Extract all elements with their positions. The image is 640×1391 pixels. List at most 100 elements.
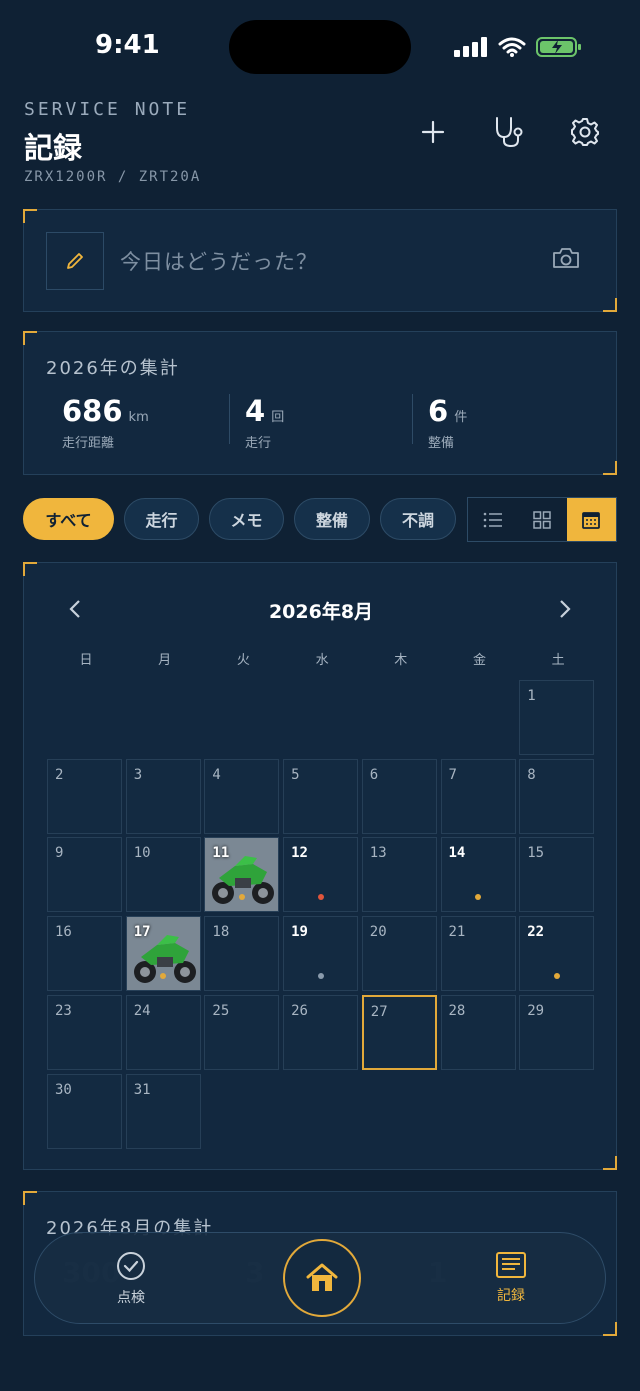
- day-number: 3: [133, 766, 143, 783]
- checkup-button[interactable]: [489, 112, 529, 152]
- corner-accent: [23, 1191, 37, 1205]
- wifi-icon: [498, 37, 526, 57]
- camera-button[interactable]: [552, 246, 580, 274]
- day-number: 27: [370, 1003, 388, 1020]
- filter-chip-maintenance[interactable]: 整備: [294, 498, 370, 540]
- corner-accent: [23, 562, 37, 576]
- calendar-day[interactable]: 21: [440, 916, 516, 992]
- corner-accent: [23, 209, 37, 223]
- calendar-day[interactable]: 30: [47, 1073, 122, 1149]
- calendar-day[interactable]: 1: [519, 680, 595, 755]
- calendar-day[interactable]: 4: [204, 758, 280, 834]
- calendar-day[interactable]: 11: [204, 837, 280, 913]
- day-number: 18: [212, 924, 230, 941]
- calendar-day[interactable]: 10: [125, 837, 201, 913]
- plus-icon: [421, 120, 445, 144]
- settings-button[interactable]: [565, 112, 605, 152]
- day-number: 1: [527, 688, 536, 704]
- calendar-day[interactable]: 5: [283, 758, 359, 834]
- day-number: 19: [291, 924, 308, 941]
- calendar-day[interactable]: 27: [361, 994, 437, 1070]
- filter-chip-trouble[interactable]: 不調: [380, 498, 456, 540]
- calendar-view-button[interactable]: [566, 498, 616, 541]
- calendar-day[interactable]: 29: [519, 994, 595, 1070]
- day-number: 5: [291, 766, 300, 783]
- day-number: 15: [527, 845, 545, 862]
- calendar-day[interactable]: 13: [361, 837, 437, 913]
- calendar-day[interactable]: 8: [519, 758, 595, 834]
- calendar-day[interactable]: 25: [204, 994, 280, 1070]
- calendar-day[interactable]: 23: [47, 994, 122, 1070]
- grid-view-button[interactable]: [517, 498, 566, 541]
- calendar-day[interactable]: 20: [361, 916, 437, 992]
- yearly-summary-panel: 2026年の集計 686 km 走行距離 4回 走行 6件 整備: [23, 331, 617, 475]
- bike-model: ZRX1200R / ZRT20A: [24, 169, 202, 185]
- calendar-day[interactable]: 26: [283, 994, 359, 1070]
- compose-panel[interactable]: 今日はどうだった？: [23, 209, 617, 312]
- stat-unit: km: [128, 410, 149, 425]
- pencil-icon: [67, 253, 83, 269]
- list-view-button[interactable]: [468, 498, 517, 541]
- add-button[interactable]: [413, 112, 453, 152]
- day-number: 21: [448, 924, 466, 941]
- filter-chip-memo[interactable]: メモ: [209, 498, 284, 540]
- day-number: 16: [55, 924, 72, 941]
- app-brand: SERVICE NOTE: [24, 99, 191, 120]
- calendar-day[interactable]: 12: [283, 837, 359, 913]
- calendar-day[interactable]: 15: [519, 837, 595, 913]
- calendar-day[interactable]: 9: [47, 837, 122, 913]
- tab-label: 点検: [117, 1290, 145, 1306]
- day-number: 25: [212, 1002, 230, 1019]
- grid-icon: [533, 510, 551, 529]
- day-number: 30: [55, 1081, 72, 1098]
- next-month-button[interactable]: [558, 599, 572, 625]
- tab-bar: 点検 記録: [34, 1232, 606, 1324]
- day-number: 6: [369, 766, 379, 783]
- stat-label: 走行: [245, 436, 272, 451]
- day-number: 28: [448, 1002, 466, 1019]
- stethoscope-icon: [496, 117, 523, 148]
- calendar-day[interactable]: 17: [125, 916, 201, 992]
- corner-accent: [603, 1156, 617, 1170]
- calendar-day[interactable]: 3: [125, 758, 201, 834]
- home-icon: [306, 1263, 338, 1291]
- calendar-day[interactable]: 14: [440, 837, 516, 913]
- day-number: 17: [133, 924, 151, 941]
- event-dot: [317, 973, 324, 980]
- day-number: 4: [212, 766, 221, 783]
- weekday-label: 火: [236, 653, 250, 668]
- weekday-label: 木: [394, 653, 408, 668]
- day-number: 26: [291, 1002, 308, 1019]
- filter-chip-all[interactable]: すべて: [23, 498, 114, 540]
- status-icons: [454, 36, 582, 58]
- battery-charging-icon: [536, 37, 581, 57]
- filter-chip-ride[interactable]: 走行: [124, 498, 199, 540]
- calendar-day[interactable]: 28: [440, 994, 516, 1070]
- day-number: 11: [212, 845, 230, 862]
- calendar-day[interactable]: 19: [283, 916, 359, 992]
- calendar-day[interactable]: 18: [204, 916, 280, 992]
- check-circle-icon: [117, 1252, 145, 1280]
- calendar-day[interactable]: 24: [125, 994, 201, 1070]
- calendar-day[interactable]: 7: [440, 758, 516, 834]
- calendar-day[interactable]: 31: [125, 1073, 201, 1149]
- corner-accent: [603, 461, 617, 475]
- compose-button[interactable]: [46, 232, 104, 290]
- calendar-panel: 2026年8月 日月火水木金土 1 2 3 4 5 6 7 8 9 10 11 12 13 14 15 16 1…: [23, 562, 617, 1170]
- home-button[interactable]: [283, 1239, 361, 1317]
- stat-maintenance: 6件 整備: [428, 394, 467, 451]
- calendar-day[interactable]: 16: [47, 916, 122, 992]
- day-number: 7: [448, 766, 457, 783]
- calendar-day[interactable]: 6: [361, 758, 437, 834]
- compose-input[interactable]: 今日はどうだった？: [120, 246, 318, 276]
- day-number: 31: [133, 1081, 151, 1098]
- stat-label: 走行距離: [62, 436, 115, 451]
- status-time: 9:41: [95, 30, 160, 60]
- calendar-day[interactable]: 22: [519, 916, 595, 992]
- tab-checkup[interactable]: 点検: [91, 1251, 171, 1307]
- calendar-icon: [582, 511, 601, 529]
- calendar-day[interactable]: 2: [47, 758, 122, 834]
- stat-value: 4: [245, 394, 266, 428]
- tab-records[interactable]: 記録: [471, 1251, 551, 1305]
- event-dot: [317, 894, 324, 901]
